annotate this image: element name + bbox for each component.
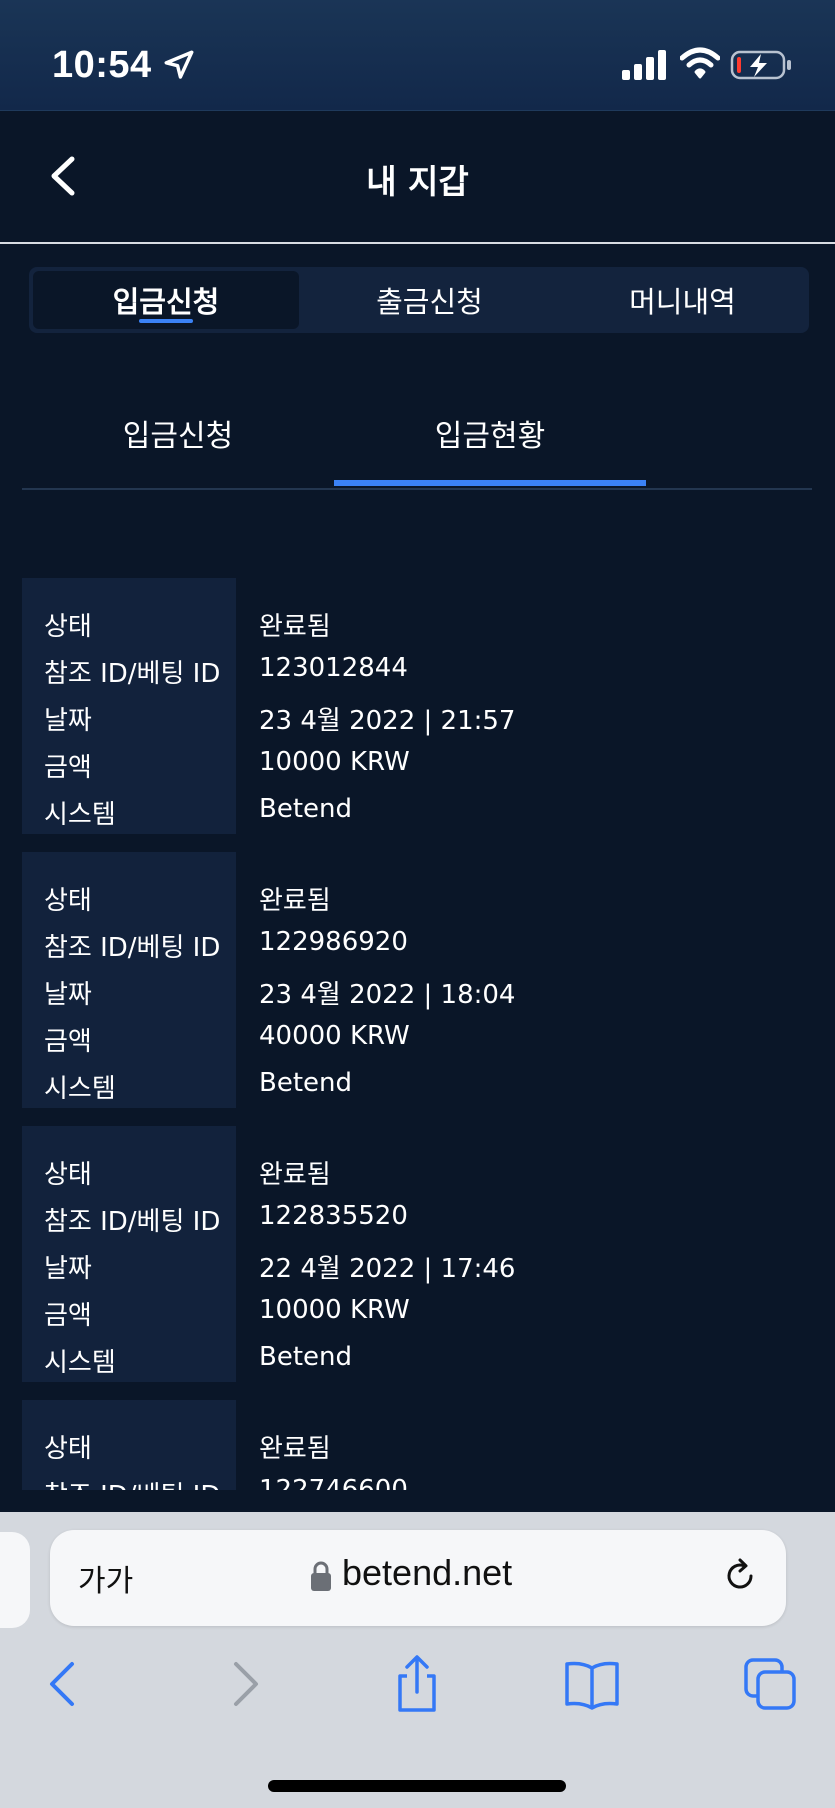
record-row-status: 상태 완료됨 (22, 600, 812, 646)
address-bar[interactable]: 가가 betend.net (50, 1530, 786, 1626)
record-row-ref-id: 참조 ID/베팅 ID 122986920 (22, 921, 812, 967)
previous-tab-peek[interactable] (0, 1532, 30, 1628)
home-indicator (268, 1780, 566, 1792)
field-value: 22 4월 2022 | 17:46 (259, 1254, 516, 1284)
field-value: 122835520 (259, 1201, 408, 1231)
top-tab-bar: 입금신청 출금신청 머니내역 (29, 267, 809, 333)
record-row-amount: 금액 40000 KRW (22, 1015, 812, 1061)
deposit-records-list: 상태 완료됨 참조 ID/베팅 ID 123012844 날짜 23 4월 20… (22, 578, 812, 1490)
field-value: 완료됨 (259, 612, 331, 642)
record-row-status: 상태 완료됨 (22, 874, 812, 920)
location-arrow-icon (164, 50, 194, 79)
share-icon[interactable] (387, 1654, 447, 1714)
bookmarks-icon[interactable] (562, 1654, 622, 1714)
field-value: 완료됨 (259, 886, 331, 916)
tabs-icon[interactable] (740, 1654, 800, 1714)
field-label: 시스템 (44, 800, 116, 830)
field-value: 완료됨 (259, 1434, 331, 1464)
field-label: 날짜 (44, 706, 92, 736)
field-label: 금액 (44, 1301, 92, 1331)
field-label: 참조 ID/베팅 ID (44, 1475, 220, 1490)
record-row-ref-id: 참조 ID/베팅 ID 123012844 (22, 647, 812, 693)
field-label: 참조 ID/베팅 ID (44, 933, 221, 963)
record-row-status: 상태 완료됨 (22, 1422, 812, 1468)
field-label: 금액 (44, 753, 92, 783)
field-label: 날짜 (44, 980, 92, 1010)
field-value: 23 4월 2022 | 18:04 (259, 980, 516, 1010)
url-text: betend.net (342, 1552, 513, 1593)
field-label: 참조 ID/베팅 ID (44, 659, 221, 689)
record-row-ref-id: 참조 ID/베팅 ID 122746600 (22, 1469, 812, 1490)
field-value: 10000 KRW (259, 747, 410, 777)
field-label: 날짜 (44, 1254, 92, 1284)
record-row-date: 날짜 22 4월 2022 | 17:46 (22, 1242, 812, 1288)
battery-charging-icon (730, 50, 791, 80)
app-header: 내 지갑 (0, 111, 835, 243)
field-label: 상태 (44, 886, 92, 916)
field-label: 참조 ID/베팅 ID (44, 1207, 221, 1237)
record-row-ref-id: 참조 ID/베팅 ID 122835520 (22, 1195, 812, 1241)
browser-forward-icon[interactable] (214, 1654, 274, 1714)
field-value: Betend (259, 794, 353, 824)
field-value: 10000 KRW (259, 1295, 410, 1325)
browser-bottom-bar: 가가 betend.net (0, 1512, 835, 1808)
deposit-record: 상태 완료됨 참조 ID/베팅 ID 122746600 (22, 1400, 812, 1490)
page-title: 내 지갑 (366, 162, 469, 201)
subtab-divider (22, 488, 812, 490)
wifi-icon (680, 47, 720, 79)
field-value: 40000 KRW (259, 1021, 410, 1051)
record-row-date: 날짜 23 4월 2022 | 18:04 (22, 968, 812, 1014)
record-row-system: 시스템 Betend (22, 1062, 812, 1108)
record-row-amount: 금액 10000 KRW (22, 1289, 812, 1335)
field-value: Betend (259, 1068, 353, 1098)
field-label: 상태 (44, 1434, 92, 1464)
field-value: 122986920 (259, 927, 408, 957)
sub-tab-bar: 입금신청 입금현황 (22, 380, 812, 490)
status-time: 10:54 (52, 44, 152, 86)
deposit-record: 상태 완료됨 참조 ID/베팅 ID 122835520 날짜 22 4월 20… (22, 1126, 812, 1382)
record-row-status: 상태 완료됨 (22, 1148, 812, 1194)
field-value: 23 4월 2022 | 21:57 (259, 706, 516, 736)
tab-withdraw-request[interactable]: 출금신청 (303, 267, 556, 333)
field-value: 123012844 (259, 653, 408, 683)
subtab-deposit-request[interactable]: 입금신청 (22, 380, 334, 486)
deposit-record: 상태 완료됨 참조 ID/베팅 ID 122986920 날짜 23 4월 20… (22, 852, 812, 1108)
browser-back-icon[interactable] (34, 1654, 94, 1714)
field-value: 완료됨 (259, 1160, 331, 1190)
field-value: Betend (259, 1342, 353, 1372)
record-row-system: 시스템 Betend (22, 788, 812, 834)
record-row-amount: 금액 10000 KRW (22, 741, 812, 787)
field-label: 시스템 (44, 1348, 116, 1378)
status-bar: 10:54 (0, 0, 835, 111)
record-row-date: 날짜 23 4월 2022 | 21:57 (22, 694, 812, 740)
field-label: 상태 (44, 612, 92, 642)
deposit-record: 상태 완료됨 참조 ID/베팅 ID 123012844 날짜 23 4월 20… (22, 578, 812, 834)
lock-icon (311, 1561, 331, 1591)
subtab-deposit-status[interactable]: 입금현황 (334, 380, 646, 486)
header-divider (0, 242, 835, 244)
cellular-signal-icon (622, 50, 666, 80)
field-label: 금액 (44, 1027, 92, 1057)
reader-text-size-button[interactable]: 가가 (78, 1556, 133, 1600)
field-value: 122746600 (259, 1475, 408, 1490)
reload-icon[interactable] (718, 1554, 762, 1598)
tab-money-history[interactable]: 머니내역 (556, 267, 809, 333)
tab-deposit-request[interactable]: 입금신청 (33, 271, 299, 329)
browser-toolbar (0, 1654, 835, 1738)
record-row-system: 시스템 Betend (22, 1336, 812, 1382)
field-label: 시스템 (44, 1074, 116, 1104)
field-label: 상태 (44, 1160, 92, 1190)
